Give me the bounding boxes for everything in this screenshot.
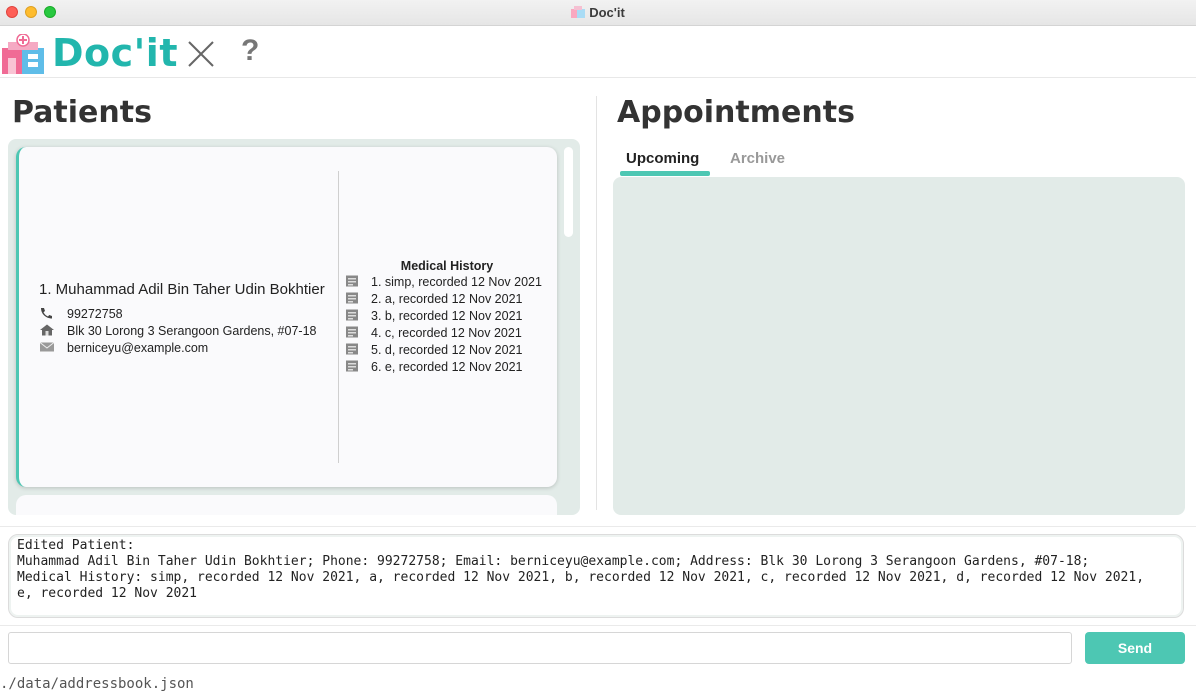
patient-list[interactable]: 1. Muhammad Adil Bin Taher Udin Bokhtier…	[8, 139, 580, 515]
record-icon	[346, 326, 358, 338]
patient-address-row: Blk 30 Lorong 3 Serangoon Gardens, #07-1…	[39, 324, 316, 338]
patients-heading: Patients	[12, 95, 152, 130]
active-tab-indicator	[620, 171, 710, 176]
record-icon	[346, 292, 358, 304]
patient-phone-row: 99272758	[39, 307, 123, 321]
window-title-text: Doc'it	[589, 5, 625, 20]
app-brand-title: Doc'it	[52, 31, 178, 75]
tab-upcoming[interactable]: Upcoming	[626, 150, 699, 167]
medical-history-text: 5. d, recorded 12 Nov 2021	[371, 343, 523, 357]
patient-card[interactable]: 1. Muhammad Adil Bin Taher Udin Bokhtier…	[16, 147, 557, 487]
result-display[interactable]: Edited Patient: Muhammad Adil Bin Taher …	[8, 534, 1184, 618]
medical-history-text: 2. a, recorded 12 Nov 2021	[371, 292, 523, 306]
exit-icon[interactable]	[186, 39, 216, 69]
medical-history-item: 2. a, recorded 12 Nov 2021	[345, 292, 523, 306]
record-icon	[346, 360, 358, 372]
home-icon	[40, 324, 54, 336]
record-icon	[346, 309, 358, 321]
app-logo-icon	[571, 6, 586, 18]
medical-history-text: 1. simp, recorded 12 Nov 2021	[371, 275, 542, 289]
patient-name: 1. Muhammad Adil Bin Taher Udin Bokhtier	[39, 281, 325, 298]
email-icon	[39, 342, 55, 352]
record-icon	[346, 275, 358, 287]
patient-address: Blk 30 Lorong 3 Serangoon Gardens, #07-1…	[67, 324, 317, 338]
command-input[interactable]	[8, 632, 1072, 664]
medical-history-item: 4. c, recorded 12 Nov 2021	[345, 326, 522, 340]
medical-history-item: 3. b, recorded 12 Nov 2021	[345, 309, 523, 323]
appointment-list[interactable]	[613, 177, 1185, 515]
help-button[interactable]: ?	[241, 34, 259, 68]
app-menubar: Doc'it ?	[0, 27, 1196, 78]
medical-history-item: 1. simp, recorded 12 Nov 2021	[345, 275, 542, 289]
appointments-heading: Appointments	[617, 95, 855, 130]
record-icon	[346, 343, 358, 355]
command-separator	[0, 625, 1196, 626]
medical-history-text: 3. b, recorded 12 Nov 2021	[371, 309, 523, 323]
status-bar-path: ./data/addressbook.json	[0, 676, 194, 692]
card-divider	[338, 171, 339, 463]
send-button[interactable]: Send	[1085, 632, 1185, 664]
phone-icon	[41, 308, 52, 319]
clinic-logo-icon	[2, 34, 44, 74]
patient-card[interactable]	[16, 495, 557, 515]
patient-email-row: berniceyu@example.com	[39, 341, 208, 355]
patient-phone: 99272758	[67, 307, 123, 321]
medical-history-text: 6. e, recorded 12 Nov 2021	[371, 360, 523, 374]
result-separator	[0, 526, 1196, 527]
tab-archive[interactable]: Archive	[730, 150, 785, 167]
panel-divider[interactable]	[596, 96, 597, 510]
medical-history-title: Medical History	[400, 259, 494, 273]
medical-history-text: 4. c, recorded 12 Nov 2021	[371, 326, 522, 340]
patient-email: berniceyu@example.com	[67, 341, 209, 355]
medical-history-item: 6. e, recorded 12 Nov 2021	[345, 360, 523, 374]
patient-list-scrollbar[interactable]	[564, 147, 573, 237]
medical-history-item: 5. d, recorded 12 Nov 2021	[345, 343, 523, 357]
window-title: Doc'it	[0, 5, 1196, 20]
window-titlebar: Doc'it	[0, 0, 1196, 26]
